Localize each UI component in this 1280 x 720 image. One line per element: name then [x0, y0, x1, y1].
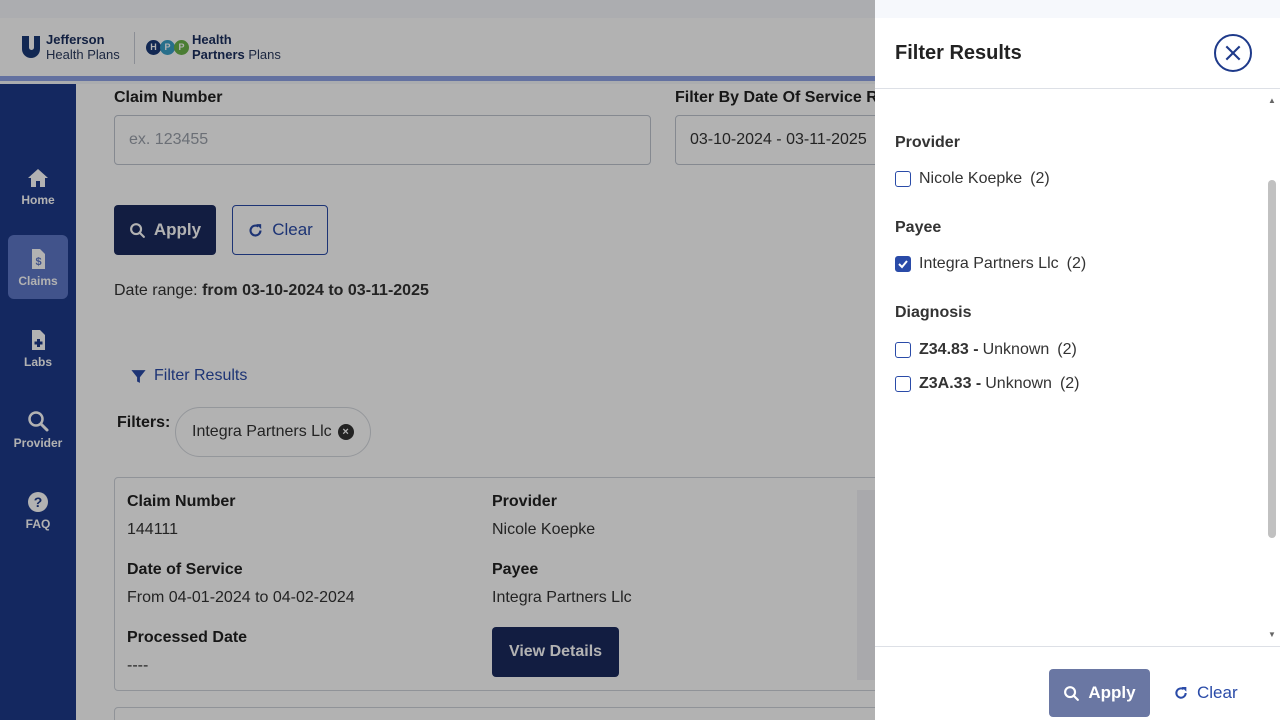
- diagnosis-option-count: (2): [1057, 341, 1077, 358]
- checkbox-checked[interactable]: [895, 256, 911, 272]
- refresh-icon: [1175, 687, 1187, 699]
- panel-footer-divider: [875, 646, 1280, 647]
- scroll-thumb[interactable]: [1268, 180, 1276, 538]
- checkbox-unchecked[interactable]: [895, 342, 911, 358]
- close-panel-button[interactable]: [1214, 34, 1252, 72]
- panel-clear-button[interactable]: Clear: [1173, 669, 1238, 717]
- close-icon: [1225, 45, 1241, 61]
- diagnosis-option[interactable]: Z3A.33 - Unknown (2): [895, 375, 1080, 393]
- diagnosis-option-count: (2): [1059, 375, 1080, 392]
- payee-option-count: (2): [1066, 255, 1087, 272]
- diagnosis-option-label: Unknown: [982, 341, 1050, 358]
- panel-divider: [875, 88, 1280, 89]
- panel-clear-label: Clear: [1197, 683, 1238, 702]
- diagnosis-code: Z3A.33 -: [919, 375, 982, 392]
- scroll-up-arrow-icon[interactable]: ▲: [1268, 96, 1276, 105]
- provider-section-title: Provider: [895, 134, 960, 151]
- provider-option-label: Nicole Koepke: [919, 170, 1023, 187]
- filter-results-panel: Filter Results Provider Nicole Koepke (2…: [875, 18, 1280, 720]
- checkmark-icon: [898, 260, 908, 269]
- checkbox-unchecked[interactable]: [895, 376, 911, 392]
- panel-scrollbar[interactable]: ▲ ▼: [1265, 94, 1279, 644]
- payee-section-title: Payee: [895, 219, 942, 236]
- provider-option-count: (2): [1030, 170, 1050, 187]
- panel-apply-button[interactable]: Apply: [1049, 669, 1150, 717]
- checkbox-unchecked[interactable]: [895, 171, 911, 187]
- diagnosis-option[interactable]: Z34.83 - Unknown (2): [895, 341, 1077, 359]
- scroll-down-arrow-icon[interactable]: ▼: [1268, 630, 1276, 639]
- provider-option[interactable]: Nicole Koepke (2): [895, 170, 1050, 188]
- payee-option-label: Integra Partners Llc: [919, 255, 1059, 272]
- modal-backdrop[interactable]: [0, 0, 875, 720]
- payee-option[interactable]: Integra Partners Llc (2): [895, 255, 1086, 273]
- panel-apply-label: Apply: [1088, 683, 1136, 702]
- diagnosis-code: Z34.83 -: [919, 341, 979, 358]
- search-icon: [1064, 685, 1080, 701]
- diagnosis-option-label: Unknown: [985, 375, 1052, 392]
- panel-title: Filter Results: [895, 42, 1022, 64]
- diagnosis-section-title: Diagnosis: [895, 304, 972, 321]
